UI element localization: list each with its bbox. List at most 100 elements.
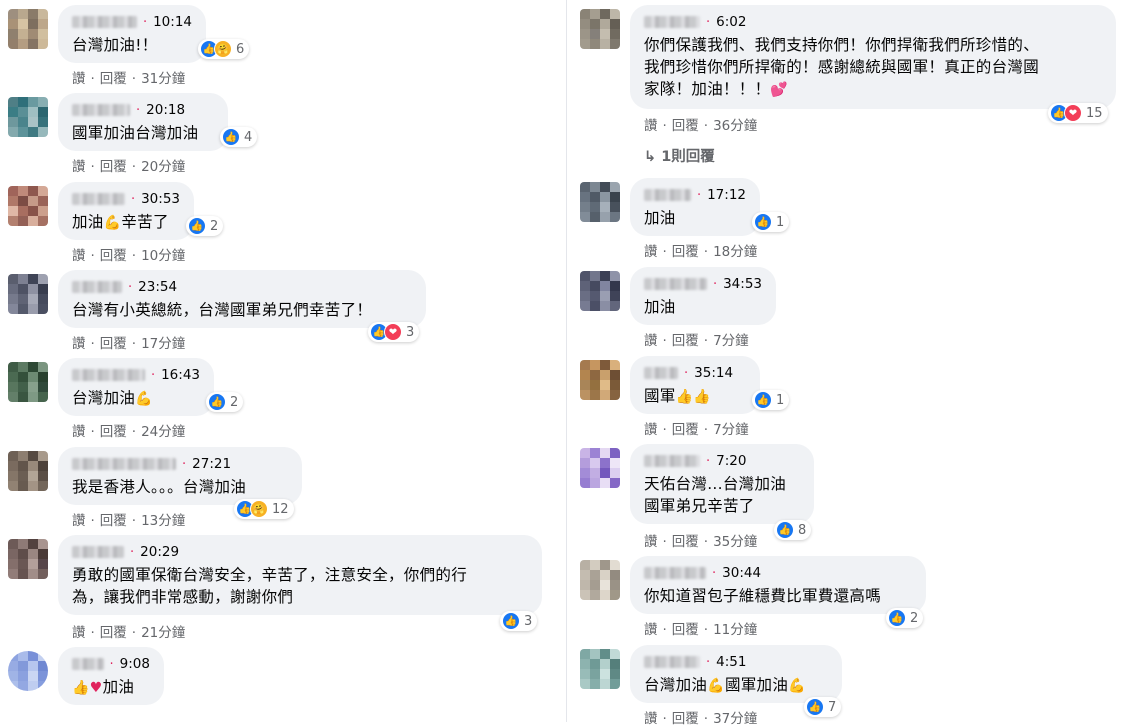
reply-action[interactable]: 回覆 — [672, 711, 699, 727]
reply-action[interactable]: 回覆 — [672, 118, 699, 134]
avatar[interactable] — [580, 360, 620, 400]
author-name-blurred[interactable] — [72, 546, 124, 558]
avatar[interactable] — [8, 539, 48, 579]
avatar[interactable] — [580, 649, 620, 689]
reaction-summary[interactable]: 👍 7 — [804, 697, 842, 717]
love-icon: ❤ — [384, 323, 402, 341]
comment-time: 20:29 — [140, 544, 180, 560]
comment-actions: 讚 · 回覆 · 11分鐘 — [644, 622, 758, 638]
comment-actions: 讚 · 回覆 · 35分鐘 — [644, 534, 758, 550]
avatar[interactable] — [8, 9, 48, 49]
reply-action[interactable]: 回覆 — [100, 625, 127, 641]
comment-bubble: · 7:20 天佑台灣...台灣加油 國軍弟兄辛苦了 — [630, 444, 814, 524]
reply-action[interactable]: 回覆 — [100, 71, 127, 87]
reply-action[interactable]: 回覆 — [672, 333, 699, 349]
reaction-summary[interactable]: 👍 1 — [752, 212, 790, 232]
comment-text: 台灣加油💪國軍加油💪 — [644, 674, 828, 697]
avatar[interactable] — [8, 451, 48, 491]
text-part: 國軍加油 — [724, 676, 789, 694]
author-name-blurred[interactable] — [644, 455, 700, 467]
author-name-blurred[interactable] — [72, 281, 122, 293]
avatar[interactable] — [8, 274, 48, 314]
reaction-count: 3 — [406, 324, 415, 340]
comment-bubble: · 27:21 我是香港人。。。台灣加油 — [58, 447, 302, 505]
text-part: 加油 — [102, 678, 135, 696]
author-name-blurred[interactable] — [72, 369, 145, 381]
reaction-summary[interactable]: 👍 🤗 6 — [198, 39, 250, 59]
like-action[interactable]: 讚 — [72, 336, 86, 352]
author-name-blurred[interactable] — [644, 189, 691, 201]
comment-actions: 讚 · 回覆 · 10分鐘 — [72, 248, 186, 264]
like-action[interactable]: 讚 — [644, 118, 658, 134]
two-hearts-icon: 💕 — [770, 82, 789, 98]
comment-age: 7分鐘 — [713, 422, 749, 438]
reaction-summary[interactable]: 👍 3 — [500, 611, 538, 631]
like-action[interactable]: 讚 — [72, 625, 86, 641]
avatar[interactable] — [580, 560, 620, 600]
avatar[interactable] — [8, 362, 48, 402]
avatar[interactable] — [580, 271, 620, 311]
author-name-blurred[interactable] — [644, 16, 700, 28]
comment-actions: 讚 · 回覆 · 7分鐘 — [644, 333, 749, 349]
like-action[interactable]: 讚 — [72, 248, 86, 264]
reply-action[interactable]: 回覆 — [672, 534, 699, 550]
like-action[interactable]: 讚 — [72, 159, 86, 175]
like-action[interactable]: 讚 — [644, 333, 658, 349]
comment-time: 10:14 — [153, 14, 192, 30]
avatar[interactable] — [580, 182, 620, 222]
avatar[interactable] — [580, 9, 620, 49]
author-name-blurred[interactable] — [644, 367, 678, 379]
reaction-summary[interactable]: 👍 8 — [774, 520, 812, 540]
author-name-blurred[interactable] — [644, 278, 707, 290]
reaction-summary[interactable]: 👍 2 — [886, 608, 924, 628]
view-replies-button[interactable]: ↳ 1則回覆 — [644, 145, 715, 166]
reply-action[interactable]: 回覆 — [672, 622, 699, 638]
reaction-summary[interactable]: 👍 2 — [206, 392, 244, 412]
author-name-blurred[interactable] — [72, 458, 176, 470]
reply-action[interactable]: 回覆 — [672, 244, 699, 260]
avatar[interactable] — [8, 186, 48, 226]
comment-bubble: · 9:08 👍♥加油 — [58, 647, 164, 705]
reply-action[interactable]: 回覆 — [672, 422, 699, 438]
like-action[interactable]: 讚 — [644, 534, 658, 550]
author-name-blurred[interactable] — [644, 567, 706, 579]
avatar[interactable] — [580, 448, 620, 488]
comment-text: 台灣加油💪 — [72, 387, 200, 410]
comment-text: 台灣有小英總統，台灣國軍弟兄們幸苦了！ — [72, 301, 373, 319]
like-action[interactable]: 讚 — [644, 244, 658, 260]
like-action[interactable]: 讚 — [644, 422, 658, 438]
author-name-blurred[interactable] — [644, 656, 700, 668]
avatar[interactable] — [8, 97, 48, 137]
reply-action[interactable]: 回覆 — [100, 336, 127, 352]
love-icon: ❤ — [1064, 104, 1082, 122]
reply-action[interactable]: 回覆 — [100, 159, 127, 175]
like-action[interactable]: 讚 — [644, 711, 658, 727]
separator-dot: · — [142, 14, 148, 30]
reaction-summary[interactable]: 👍 4 — [220, 127, 258, 147]
author-name-blurred[interactable] — [72, 193, 125, 205]
flexed-biceps-icon: 💪 — [707, 678, 725, 694]
reaction-summary[interactable]: 👍 2 — [186, 216, 224, 236]
thumbs-up-icon: 👍👍 — [675, 389, 712, 405]
reply-action[interactable]: 回覆 — [100, 248, 127, 264]
author-name-blurred[interactable] — [72, 658, 104, 670]
reaction-summary[interactable]: 👍 🤗 12 — [234, 499, 294, 519]
reaction-count: 8 — [798, 522, 807, 538]
like-action[interactable]: 讚 — [72, 513, 86, 529]
comment-age: 11分鐘 — [713, 622, 758, 638]
like-action[interactable]: 讚 — [644, 622, 658, 638]
author-name-blurred[interactable] — [72, 104, 130, 116]
reply-action[interactable]: 回覆 — [100, 513, 127, 529]
like-action[interactable]: 讚 — [72, 71, 86, 87]
comment-actions: 讚 · 回覆 · 36分鐘 — [644, 118, 758, 134]
reaction-summary[interactable]: 👍 ❤ 15 — [1048, 103, 1108, 123]
like-action[interactable]: 讚 — [72, 424, 86, 440]
avatar[interactable] — [8, 651, 48, 691]
comment-actions: 讚 · 回覆 · 20分鐘 — [72, 159, 186, 175]
reaction-summary[interactable]: 👍 1 — [752, 390, 790, 410]
comment-actions: 讚 · 回覆 · 7分鐘 — [644, 422, 749, 438]
comment-age: 35分鐘 — [713, 534, 758, 550]
author-name-blurred[interactable] — [72, 16, 137, 28]
reply-action[interactable]: 回覆 — [100, 424, 127, 440]
reaction-summary[interactable]: 👍 ❤ 3 — [368, 322, 420, 342]
